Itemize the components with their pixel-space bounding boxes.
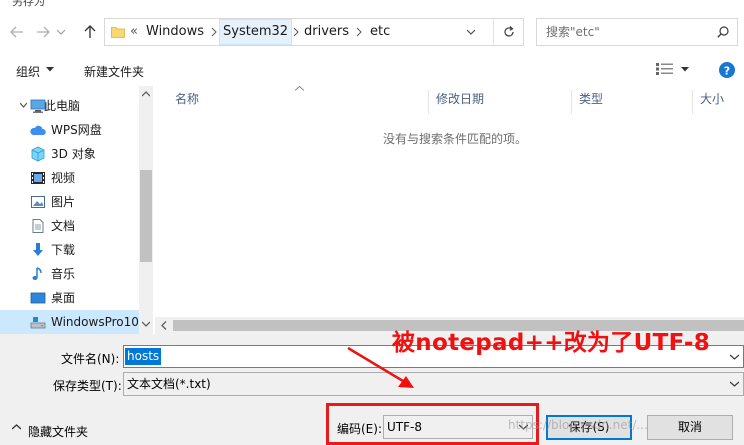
refresh-icon <box>503 26 514 37</box>
sidebar-item-wps-drive[interactable]: WPS网盘 <box>0 118 152 142</box>
sidebar-item-label: 图片 <box>51 195 76 209</box>
arrow-left-icon <box>10 26 23 38</box>
filetype-value: 文本文档(*.txt) <box>127 377 211 391</box>
window-title: 另存为 <box>12 0 45 8</box>
arrow-right-icon <box>37 26 50 38</box>
up-button[interactable] <box>78 20 102 44</box>
hide-folders-button[interactable]: 隐藏文件夹 <box>28 423 88 440</box>
column-header-modified[interactable]: 修改日期 <box>436 90 484 107</box>
video-icon <box>31 172 45 184</box>
breadcrumb-drivers[interactable]: drivers <box>304 19 349 45</box>
empty-list-message: 没有与搜索条件匹配的项。 <box>383 132 528 146</box>
scroll-left-icon[interactable] <box>161 321 167 330</box>
breadcrumb-overflow[interactable]: « <box>130 19 138 45</box>
address-bar[interactable]: « Windows System32 drivers etc <box>104 18 524 46</box>
title-bar: 另存为 <box>0 0 744 10</box>
scroll-up-icon[interactable] <box>142 91 150 97</box>
column-divider[interactable] <box>428 90 429 114</box>
scrollbar-thumb[interactable] <box>140 170 152 262</box>
sidebar-item-label: 下载 <box>51 243 76 257</box>
column-header-name[interactable]: 名称 <box>175 90 199 107</box>
filename-value: hosts <box>125 348 162 365</box>
chevron-down-icon <box>57 29 65 35</box>
sort-ascending-icon <box>295 86 304 91</box>
help-icon[interactable]: ? <box>719 62 735 78</box>
refresh-button[interactable] <box>493 19 523 45</box>
view-options-icon[interactable] <box>656 63 674 75</box>
search-icon <box>717 26 729 38</box>
chevron-down-icon[interactable] <box>730 354 739 360</box>
arrow-up-icon <box>84 25 96 38</box>
chevron-down-icon[interactable] <box>681 67 689 72</box>
drive-icon <box>30 317 46 329</box>
sidebar-item-windowspro10[interactable]: WindowsPro10 <box>0 310 152 334</box>
breadcrumb-system32[interactable]: System32 <box>219 19 293 45</box>
music-icon <box>32 267 42 280</box>
column-header-size[interactable]: 大小 <box>700 90 724 107</box>
sidebar-item-label: 文档 <box>51 219 76 233</box>
back-button[interactable] <box>5 20 29 44</box>
chevron-down-icon <box>730 381 739 387</box>
chevron-up-icon[interactable] <box>12 424 21 430</box>
document-icon <box>32 219 44 233</box>
annotation-text: 被notepad++改为了UTF-8 <box>392 330 711 356</box>
folder-icon <box>111 27 125 38</box>
sidebar-item-label: WindowsPro10 <box>51 315 139 329</box>
breadcrumb-separator-icon <box>356 27 362 37</box>
cancel-button[interactable]: 取消 <box>647 415 733 440</box>
sidebar-item-label: 音乐 <box>51 267 76 281</box>
sidebar-item-label: 视频 <box>51 171 76 185</box>
organize-menu[interactable]: 组织 <box>16 63 40 80</box>
sidebar-item-label: 此电脑 <box>44 99 81 113</box>
chevron-down-icon <box>46 67 54 72</box>
sidebar-item-videos[interactable]: 视频 <box>0 166 152 190</box>
cloud-icon <box>30 125 46 135</box>
picture-icon <box>31 196 45 208</box>
desktop-icon <box>30 292 46 304</box>
sidebar-item-music[interactable]: 音乐 <box>0 262 152 286</box>
sidebar-item-label: 3D 对象 <box>51 147 96 161</box>
address-history-icon[interactable] <box>467 29 475 35</box>
sidebar-item-label: 桌面 <box>51 291 76 305</box>
breadcrumb-etc[interactable]: etc <box>370 19 390 45</box>
sidebar-item-pictures[interactable]: 图片 <box>0 190 152 214</box>
filetype-label: 保存类型(T): <box>53 379 122 393</box>
sidebar-item-this-pc[interactable]: 此电脑 <box>0 94 152 118</box>
forward-button[interactable] <box>31 20 55 44</box>
column-divider[interactable] <box>692 90 693 114</box>
filetype-select[interactable]: 文本文档(*.txt) <box>123 372 744 396</box>
sidebar-item-desktop[interactable]: 桌面 <box>0 286 152 310</box>
column-header-type[interactable]: 类型 <box>579 90 603 107</box>
scroll-down-icon[interactable] <box>142 321 150 327</box>
navigation-pane[interactable]: 此电脑 WPS网盘 3D 对象 视频 图片 文档 下载 音乐 桌面 Window… <box>0 86 152 334</box>
new-folder-button[interactable]: 新建文件夹 <box>84 63 144 80</box>
filename-label: 文件名(N): <box>61 352 120 366</box>
sidebar-item-downloads[interactable]: 下载 <box>0 238 152 262</box>
chevron-down-icon[interactable] <box>20 102 27 110</box>
cube-icon <box>31 146 45 162</box>
sidebar-item-documents[interactable]: 文档 <box>0 214 152 238</box>
recent-locations-button[interactable] <box>53 20 69 44</box>
watermark: https://blog.csdn.net/... <box>508 418 648 432</box>
breadcrumb-separator-icon <box>293 27 299 37</box>
download-icon <box>33 243 43 256</box>
sidebar-item-label: WPS网盘 <box>51 123 102 137</box>
svg-text:?: ? <box>724 64 730 77</box>
breadcrumb-separator-icon <box>211 27 217 37</box>
sidebar-scrollbar[interactable] <box>139 86 153 334</box>
sidebar-item-3d-objects[interactable]: 3D 对象 <box>0 142 152 166</box>
search-placeholder: 搜索"etc" <box>546 25 600 39</box>
breadcrumb-windows[interactable]: Windows <box>146 19 204 45</box>
column-divider[interactable] <box>571 90 572 114</box>
search-input[interactable]: 搜索"etc" <box>536 18 738 46</box>
